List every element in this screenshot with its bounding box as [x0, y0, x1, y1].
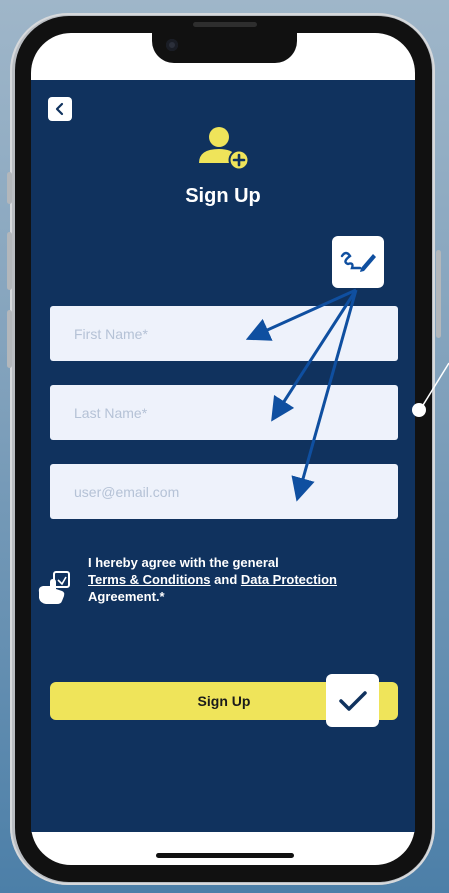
email-input[interactable] — [50, 464, 398, 519]
first-name-input[interactable] — [50, 306, 398, 361]
consent-checkbox[interactable] — [36, 570, 74, 606]
pen-signature-icon — [340, 251, 376, 272]
home-indicator — [156, 853, 294, 858]
edit-annotation — [332, 236, 384, 288]
back-button[interactable] — [48, 97, 72, 121]
callout-dot — [412, 403, 426, 417]
consent-line-3: Agreement.* — [88, 589, 165, 604]
mute-switch — [7, 172, 12, 204]
terms-link[interactable]: Terms & Conditions — [88, 572, 211, 587]
consent-line-2: Terms & Conditions and Data Protection — [88, 571, 388, 588]
volume-down-button — [7, 310, 12, 368]
volume-up-button — [7, 232, 12, 290]
speaker — [193, 22, 257, 27]
last-name-input[interactable] — [50, 385, 398, 440]
user-add-icon — [199, 127, 249, 170]
power-button — [436, 250, 441, 338]
page-title: Sign Up — [185, 185, 261, 207]
consent-and: and — [210, 572, 241, 587]
confirm-annotation — [326, 674, 379, 727]
consent-text: I hereby agree with the general Terms & … — [88, 554, 388, 605]
chevron-left-icon — [55, 102, 64, 116]
consent-line-1: I hereby agree with the general — [88, 555, 279, 570]
camera — [166, 39, 178, 51]
checkmark-icon — [338, 690, 367, 711]
privacy-link[interactable]: Data Protection — [241, 572, 337, 587]
